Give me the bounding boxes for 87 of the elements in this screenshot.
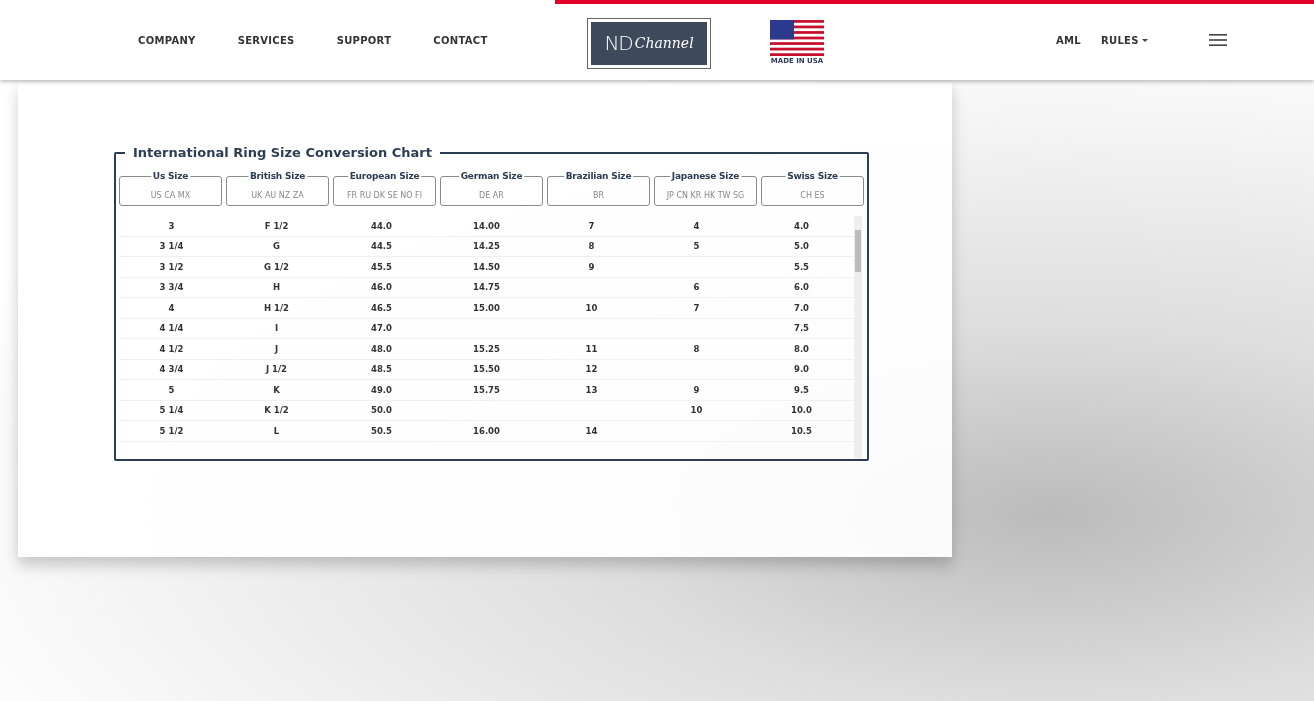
table-cell: 46.0 (371, 282, 392, 293)
table-cell: 3 3/4 (159, 282, 184, 293)
table-cell: F 1/2 (264, 220, 289, 231)
table-cell: K (273, 384, 280, 395)
table-cell: H (272, 282, 281, 293)
table-cell: 5 1/4 (159, 405, 184, 416)
table-cell: 15.00 (473, 302, 500, 313)
column-header: Us Size (150, 170, 191, 182)
table-cell: 44.5 (371, 241, 392, 252)
table-cell: 5 1/2 (159, 425, 184, 436)
table-cell: 14.00 (473, 220, 500, 231)
table-cell: 6 (693, 282, 700, 293)
table-cell: 10 (690, 405, 703, 416)
table-cell: 6.0 (793, 282, 810, 293)
table-cell: L (273, 425, 280, 436)
logo[interactable]: ND Channel (587, 17, 711, 69)
table-cell: 14.50 (473, 261, 500, 272)
table-cell: 14.25 (473, 241, 500, 252)
table-cell: 7 (693, 302, 700, 313)
table-cell: 3 1/2 (159, 261, 184, 272)
table-cell: G (273, 241, 280, 252)
table-cell: 5.5 (793, 261, 810, 272)
table-cell: J (274, 343, 279, 354)
caret-icon (1141, 38, 1148, 42)
table-cell: 4 1/2 (159, 343, 184, 354)
table-cell: 10.0 (791, 405, 812, 416)
table-cell: 50.5 (371, 425, 392, 436)
table-cell: J 1/2 (265, 364, 288, 375)
table-cell: 48.0 (371, 343, 392, 354)
table-cell: 47.0 (371, 323, 392, 334)
nav-link[interactable]: CONTACT (433, 34, 488, 46)
table-cell: K 1/2 (264, 405, 289, 416)
table-cell: 7.0 (793, 302, 810, 313)
column-header: European Size (347, 170, 422, 182)
table-cell: 4 1/4 (159, 323, 184, 334)
table-cell: 15.50 (473, 364, 500, 375)
table-cell: 44.0 (371, 220, 392, 231)
table-cell: 9 (588, 261, 595, 272)
table-cell: 10.5 (791, 425, 812, 436)
table-cell: 4 (693, 220, 700, 231)
column-header: Swiss Size (785, 170, 840, 182)
column-header: German Size (458, 170, 525, 182)
nav-link[interactable]: COMPANY (138, 34, 196, 46)
table-cell: 14 (585, 425, 598, 436)
scrollbar[interactable] (854, 216, 862, 459)
table-cell: 8.0 (793, 343, 810, 354)
table-cell: 10 (585, 302, 598, 313)
table-cell: 8 (693, 343, 700, 354)
table-cell: 9.0 (793, 364, 810, 375)
column-header: Brazilian Size (563, 170, 634, 182)
table-cell: 11 (585, 343, 598, 354)
chart-title: International Ring Size Conversion Chart (132, 145, 433, 160)
table-cell: 48.5 (371, 364, 392, 375)
table-cell: 7.5 (793, 323, 810, 334)
table-cell: 12 (585, 364, 598, 375)
table-cell: 8 (588, 241, 595, 252)
table-cell: 15.25 (473, 343, 500, 354)
table-cell: 5 (168, 384, 175, 395)
table-cell: 9.5 (793, 384, 810, 395)
table-cell: 45.5 (371, 261, 392, 272)
table-cell: 7 (588, 220, 595, 231)
flag-icon (770, 19, 824, 56)
table-cell: H 1/2 (264, 302, 289, 313)
column-header: Japanese Size (669, 170, 742, 182)
table-cell: 5.0 (793, 241, 810, 252)
nav-dropdown[interactable]: RULES (1100, 34, 1148, 46)
table-cell: 15.75 (473, 384, 500, 395)
table-cell: 4 (168, 302, 175, 313)
table-cell: G 1/2 (264, 261, 289, 272)
table-cell: 49.0 (371, 384, 392, 395)
table-cell: 50.0 (371, 405, 392, 416)
column-header: British Size (247, 170, 308, 182)
table-cell: 46.5 (371, 302, 392, 313)
table-cell: 14.75 (473, 282, 500, 293)
menu-icon[interactable] (1208, 34, 1227, 46)
table-cell: 13 (585, 384, 598, 395)
table-cell: 9 (693, 384, 700, 395)
nav-link[interactable]: SUPPORT (336, 34, 392, 46)
nav-link[interactable]: SERVICES (237, 34, 295, 46)
table-cell: I (274, 323, 279, 334)
table-cell: 4.0 (793, 220, 810, 231)
table-cell: 3 (168, 220, 175, 231)
table-cell: 3 1/4 (159, 241, 184, 252)
table-cell: 4 3/4 (159, 364, 184, 375)
nav-link[interactable]: AML (1056, 34, 1081, 46)
table-cell: 5 (693, 241, 700, 252)
table-cell: 16.00 (473, 425, 500, 436)
